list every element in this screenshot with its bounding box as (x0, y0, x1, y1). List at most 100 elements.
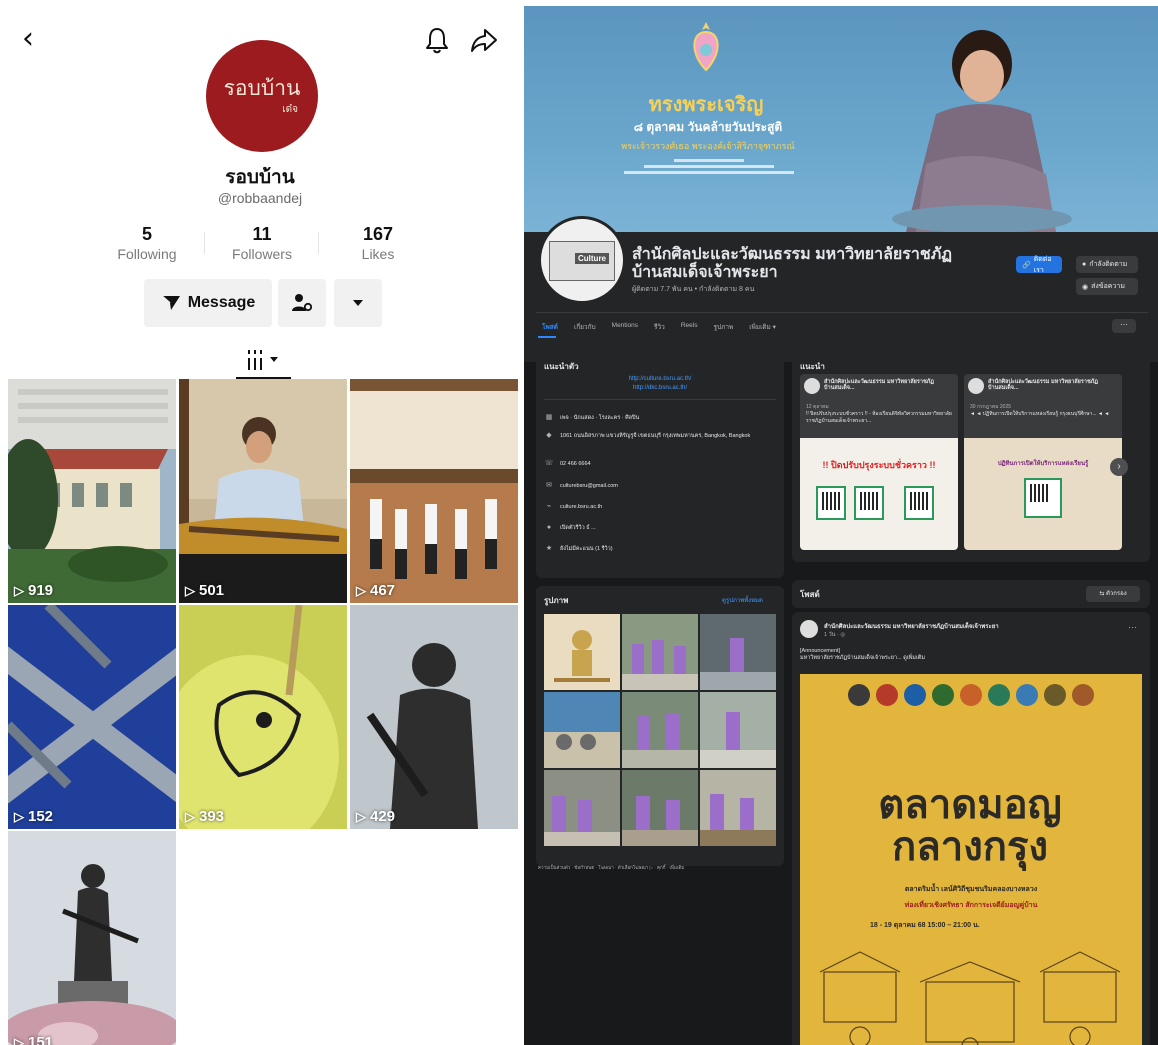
next-arrow-icon[interactable]: › (1110, 458, 1128, 476)
share-icon[interactable] (470, 26, 498, 54)
website-link[interactable]: http://dkc.bsru.ac.th/ (536, 385, 784, 391)
filter-button-label: ตัวกรอง (1106, 591, 1127, 597)
poster-title: ตลาดมอญ กลางกรุง (820, 784, 1120, 868)
view-count: ▷ 393 (185, 808, 224, 825)
content-tab-bar (0, 344, 520, 380)
post-options-icon[interactable]: ··· (1128, 622, 1137, 632)
intro-row-text: เพจ · นักแสดง · โรงละคร · ศิลปิน (560, 415, 640, 421)
cover-fine-print (614, 156, 804, 186)
thumbnail-image (350, 379, 518, 603)
photo-thumbnail[interactable] (544, 614, 620, 690)
post-timestamp[interactable]: 1 วัน · ◎ (824, 631, 845, 639)
avatar[interactable] (800, 620, 818, 638)
cover-photo[interactable]: ทรงพระเจริญ ๘ ตุลาคม วันคล้ายวันประสูติ … (524, 6, 1158, 232)
message-button[interactable]: Message (144, 279, 272, 327)
photo-thumbnail[interactable] (700, 692, 776, 768)
video-grid: ▷ 919 ▷ 501 ▷ 467 ▷ 152 ▷ 393 ▷ 429 ▷ 15… (8, 379, 520, 1045)
following-button[interactable]: ● กำลังติดตาม (1076, 256, 1138, 273)
video-thumbnail[interactable]: ▷ 393 (179, 605, 347, 829)
intro-row-text: ยังไม่มีคะแนน (1 รีวิว) (560, 546, 613, 552)
message-button-label: Message (187, 294, 256, 311)
intro-row: ☏ 02 466 6664 (544, 460, 780, 468)
user-icon: ● (1082, 261, 1087, 268)
recommended-post-author: สำนักศิลปะและวัฒนธรรม มหาวิทยาลัยราชภัฏบ… (988, 379, 1098, 391)
view-count: ▷ 151 (14, 1034, 53, 1045)
stat-following[interactable]: 5 Following (92, 224, 202, 262)
qr-code (816, 486, 846, 520)
post-body: [Announcement] มหาวิทยาลัยราชภัฏบ้านสมเด… (800, 648, 1140, 662)
video-thumbnail[interactable]: ▷ 429 (350, 605, 518, 829)
more-menu-button[interactable]: ··· (1112, 319, 1136, 333)
videos-grid-icon[interactable] (246, 348, 286, 372)
intro-row-text[interactable]: culture.bsru.ac.th (560, 503, 602, 511)
video-thumbnail[interactable]: ▷ 467 (350, 379, 518, 603)
qr-code (1024, 478, 1062, 518)
view-count: ▷ 429 (356, 808, 395, 825)
website-link[interactable]: http://culture.bsru.ac.th/ (536, 376, 784, 382)
photo-thumbnail[interactable] (700, 770, 776, 846)
photo-thumbnail[interactable] (622, 614, 698, 690)
back-arrow-icon[interactable]: ‹ (22, 24, 48, 54)
see-all-photos-link[interactable]: ดูรูปภาพทั้งหมด (722, 595, 763, 605)
play-icon: ▷ (356, 582, 366, 598)
feed-post: สำนักศิลปะและวัฒนธรรม มหาวิทยาลัยราชภัฏบ… (792, 612, 1150, 1045)
recommended-post[interactable]: สำนักศิลปะและวัฒนธรรม มหาวิทยาลัยราชภัฏบ… (800, 374, 958, 550)
intro-card: แนะนำตัว http://culture.bsru.ac.th/ http… (536, 352, 784, 578)
tab-photos[interactable]: รูปภาพ (713, 322, 733, 336)
tab-reels[interactable]: Reels (681, 322, 698, 336)
link-icon: 🔗 (1022, 261, 1031, 269)
tab-posts[interactable]: โพสต์ (542, 322, 558, 336)
photo-thumbnail[interactable] (544, 770, 620, 846)
view-count: ▷ 152 (14, 808, 53, 825)
photo-thumbnail[interactable] (700, 614, 776, 690)
thumbnail-image (622, 640, 698, 690)
avatar[interactable]: รอบบ้าน เด๋จ (206, 40, 318, 152)
logo-icon (960, 684, 982, 706)
view-count-value: 152 (28, 808, 54, 825)
stat-divider (204, 232, 205, 254)
photo-thumbnail[interactable] (622, 770, 698, 846)
video-thumbnail[interactable]: ▷ 919 (8, 379, 176, 603)
avatar (804, 378, 820, 394)
photo-thumbnail[interactable] (622, 692, 698, 768)
tab-about[interactable]: เกี่ยวกับ (574, 322, 596, 336)
contact-button[interactable]: 🔗 ติดต่อเรา (1016, 256, 1062, 274)
cover-caption: พระเจ้าวรวงศ์เธอ พระองค์เจ้าสิริภาจุฑาภร… (621, 141, 795, 151)
tab-mentions[interactable]: Mentions (612, 322, 638, 336)
send-icon (161, 295, 180, 310)
stat-followers[interactable]: 11 Followers (207, 224, 317, 262)
messenger-icon: ◉ (1082, 283, 1089, 291)
friend-settings-button[interactable] (278, 279, 326, 327)
sponsor-logos (800, 684, 1142, 710)
video-thumbnail[interactable]: ▷ 501 (179, 379, 347, 603)
intro-row: ⌁ culture.bsru.ac.th (544, 503, 780, 511)
divider (544, 399, 776, 400)
send-message-button[interactable]: ◉ ส่งข้อความ (1076, 278, 1138, 295)
intro-row-text: culturebsru@gmail.com (560, 483, 618, 489)
recommended-title: แนะนำ (800, 362, 825, 371)
post-author[interactable]: สำนักศิลปะและวัฒนธรรม มหาวิทยาลัยราชภัฏบ… (824, 621, 999, 631)
poster-title-line: ตลาดมอญ (878, 781, 1062, 828)
intro-row-text: เปิดตัวรีวิว ธ์ ... (560, 525, 596, 531)
post-body-line: [Announcement] (800, 648, 841, 654)
stat-likes[interactable]: 167 Likes (323, 224, 433, 262)
bell-icon[interactable] (424, 26, 450, 54)
video-thumbnail[interactable]: ▷ 151 (8, 831, 176, 1045)
view-count-value: 151 (28, 1034, 54, 1045)
tab-reviews[interactable]: รีวิว (654, 322, 665, 336)
thumbnail-image (179, 379, 347, 603)
video-thumbnail[interactable]: ▷ 152 (8, 605, 176, 829)
more-options-button[interactable] (334, 279, 382, 327)
poster-illustration (819, 951, 1121, 1045)
footer-links[interactable]: ความเป็นส่วนตัว · ข้อกำหนด · โฆษณา · ตัว… (538, 864, 778, 871)
page-profile-picture[interactable]: Culture (538, 216, 626, 304)
recommended-post[interactable]: สำนักศิลปะและวัฒนธรรม มหาวิทยาลัยราชภัฏบ… (964, 374, 1122, 550)
post-image[interactable]: ตลาดมอญ กลางกรุง ตลาดริมน้ำ เลน์ศิวิถีชุ… (800, 674, 1142, 1045)
tab-more[interactable]: เพิ่มเติม ▾ (749, 322, 776, 336)
caret-down-icon (353, 300, 363, 306)
photos-card: รูปภาพ ดูรูปภาพทั้งหมด (536, 586, 784, 866)
poster-subtitle: ตลาดริมน้ำ เลน์ศิวิถีชุมชนริมคลองบางหลวง (904, 886, 1038, 893)
photo-thumbnail[interactable] (544, 692, 620, 768)
filter-button[interactable]: ⇆ ตัวกรอง (1086, 586, 1140, 602)
poster-date: 18 - 19 ตุลาคม 68 15:00 – 21:00 น. (870, 922, 980, 929)
